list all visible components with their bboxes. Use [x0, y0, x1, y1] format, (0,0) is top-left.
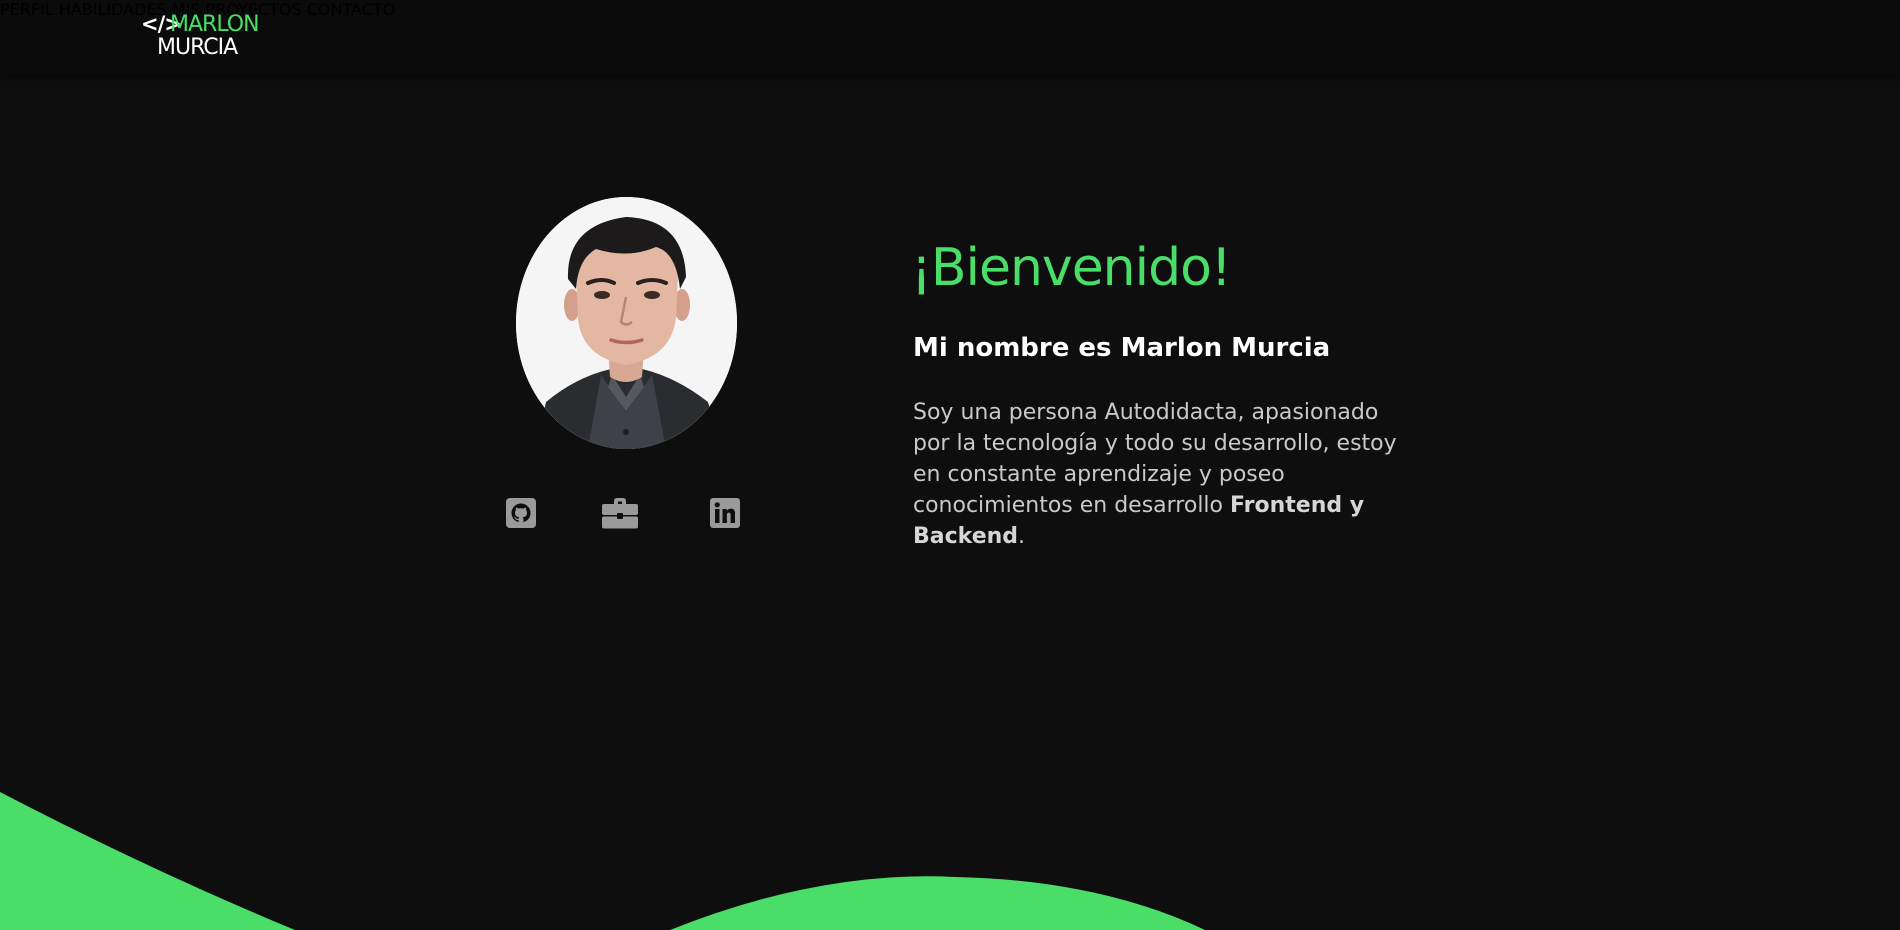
- main-nav: PERFIL HABILIDADES MIS PROYECTOS CONTACT…: [0, 0, 1900, 19]
- bio-end: .: [1018, 524, 1026, 549]
- name-heading: Mi nombre es Marlon Murcia: [913, 333, 1331, 363]
- briefcase-icon[interactable]: [602, 496, 638, 530]
- page: </> MARLON MURCIA PERFIL HABILIDADES MIS…: [0, 0, 1900, 930]
- nav-link-contacto[interactable]: CONTACTO: [307, 0, 395, 19]
- decorative-waves: [0, 792, 1205, 930]
- nav-link-perfil[interactable]: PERFIL: [0, 0, 54, 19]
- github-icon[interactable]: [506, 496, 536, 530]
- logo-last-name: MURCIA: [157, 35, 238, 60]
- bio-paragraph: Soy una persona Autodidacta, apasionado …: [913, 397, 1413, 552]
- welcome-heading: ¡Bienvenido!: [911, 238, 1232, 298]
- profile-photo: [516, 197, 737, 449]
- linkedin-icon[interactable]: [710, 496, 740, 530]
- logo[interactable]: </> MARLON MURCIA: [141, 12, 281, 62]
- logo-first-name: MARLON: [170, 12, 260, 37]
- navbar: </> MARLON MURCIA PERFIL HABILIDADES MIS…: [0, 0, 1900, 75]
